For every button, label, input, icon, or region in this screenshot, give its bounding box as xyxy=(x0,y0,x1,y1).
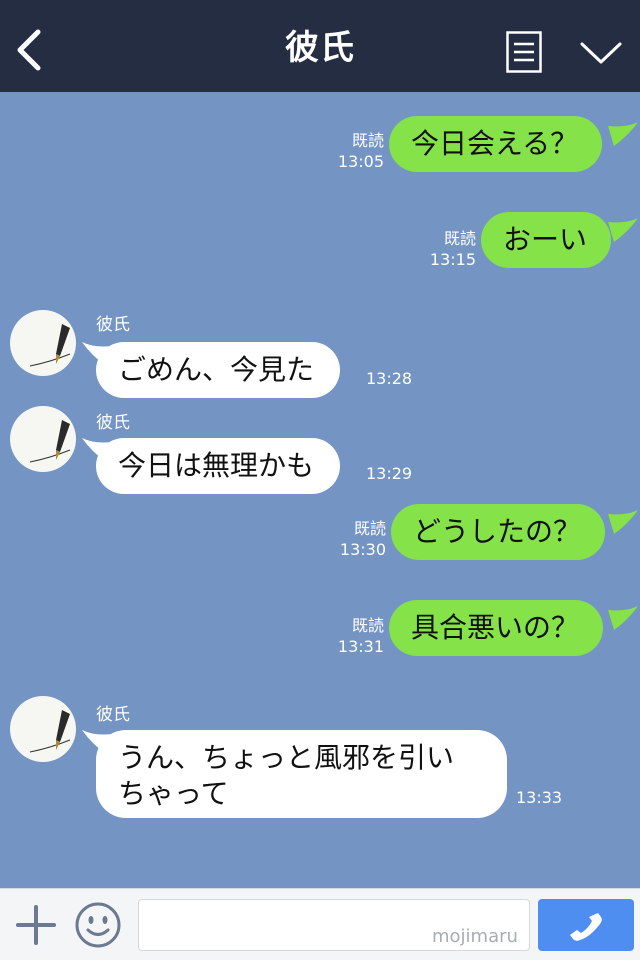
message-time: 13:33 xyxy=(516,788,563,807)
bubble-tail xyxy=(608,218,638,242)
avatar[interactable] xyxy=(10,406,76,472)
outgoing-message[interactable]: どうしたの？ xyxy=(391,504,606,560)
message-time: 13:05 xyxy=(337,152,384,171)
plus-icon xyxy=(16,905,56,945)
pen-icon xyxy=(29,710,71,753)
bubble-tail xyxy=(608,606,638,630)
bubble-tail xyxy=(608,510,638,534)
incoming-message[interactable]: うん、ちょっと風邪を引い ちゃって xyxy=(96,730,507,818)
avatar[interactable] xyxy=(10,310,76,376)
outgoing-message[interactable]: 具合悪いの？ xyxy=(389,600,604,656)
message-text: どうしたの？ xyxy=(413,515,582,548)
read-receipt: 既読 xyxy=(351,616,384,635)
message-text: ごめん、今見た xyxy=(118,353,315,386)
read-receipt: 既読 xyxy=(443,229,476,248)
message-text: 今日会える？ xyxy=(411,127,579,160)
smiley-icon xyxy=(75,902,121,948)
watermark-text: mojimaru xyxy=(432,926,518,947)
sender-name: 彼氏 xyxy=(96,705,130,725)
chat-area[interactable]: 既読 13:05 今日会える？ 既読 13:15 おーい 彼氏 ごめん、今見た … xyxy=(0,92,640,888)
outgoing-message[interactable]: 今日会える？ xyxy=(389,116,603,172)
read-receipt: 既読 xyxy=(353,519,386,538)
emoji-button[interactable] xyxy=(74,901,122,949)
incoming-message[interactable]: 今日は無理かも xyxy=(96,438,341,494)
message-time: 13:28 xyxy=(366,369,413,388)
message-time: 13:15 xyxy=(429,250,476,269)
message-meta: 既読 13:15 xyxy=(424,228,476,270)
message-time: 13:29 xyxy=(366,464,413,483)
message-meta: 既読 13:05 xyxy=(332,130,384,172)
list-menu-icon xyxy=(506,31,542,73)
bubble-tail xyxy=(608,122,638,146)
incoming-message[interactable]: ごめん、今見た xyxy=(96,342,341,398)
add-attachment-button[interactable] xyxy=(14,903,58,947)
message-text-line: うん、ちょっと風邪を引い xyxy=(118,741,455,774)
chevron-down-icon xyxy=(580,42,622,64)
message-text: 具合悪いの？ xyxy=(411,611,580,644)
input-bar: mojimaru xyxy=(0,888,640,960)
message-text: おーい xyxy=(503,223,588,256)
message-time: 13:31 xyxy=(337,637,384,656)
pen-icon xyxy=(29,324,71,367)
call-button[interactable] xyxy=(538,899,634,951)
avatar[interactable] xyxy=(10,696,76,762)
menu-button[interactable] xyxy=(506,31,542,73)
message-text-line: ちゃって xyxy=(118,777,229,810)
outgoing-message[interactable]: おーい xyxy=(481,212,612,268)
message-meta: 既読 13:31 xyxy=(332,615,384,657)
chat-header: 彼氏 xyxy=(0,0,640,92)
chat-title: 彼氏 xyxy=(285,28,355,68)
read-receipt: 既読 xyxy=(351,131,384,150)
message-time: 13:30 xyxy=(339,540,386,559)
sender-name: 彼氏 xyxy=(96,315,130,335)
phone-icon xyxy=(570,913,602,941)
message-text: 今日は無理かも xyxy=(118,449,315,482)
message-meta: 既読 13:30 xyxy=(334,518,386,560)
collapse-button[interactable] xyxy=(578,36,624,68)
sender-name: 彼氏 xyxy=(96,413,130,433)
pen-icon xyxy=(29,420,71,463)
